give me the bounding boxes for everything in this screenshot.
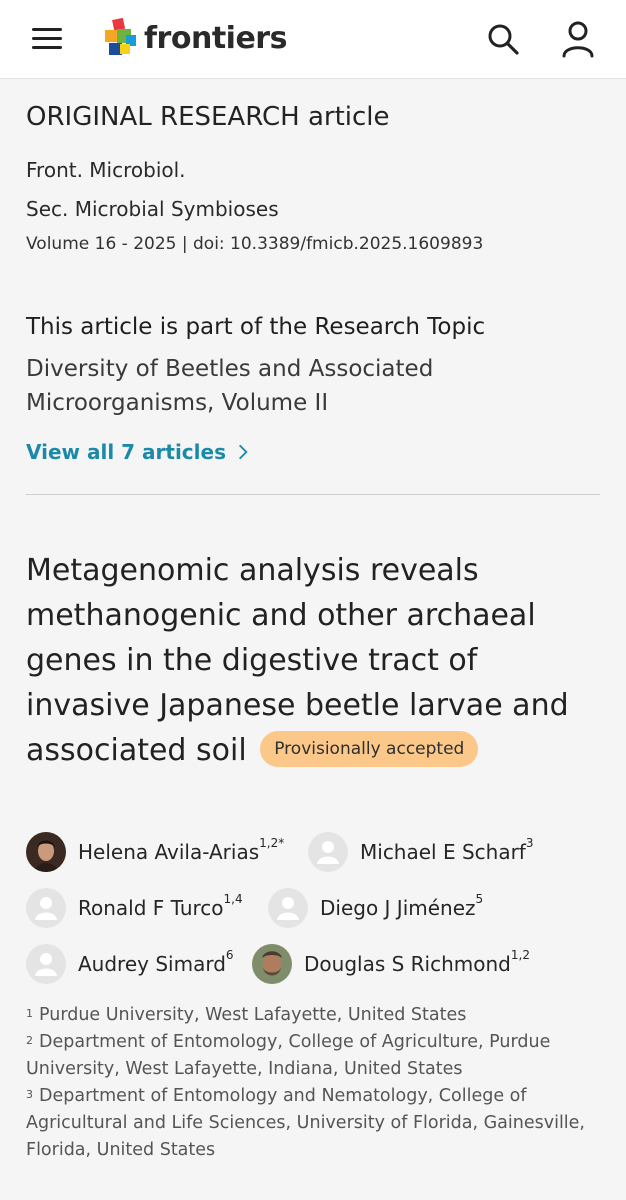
view-all-articles-label: View all 7 articles [26, 440, 226, 464]
author-item[interactable]: Audrey Simard6 [26, 944, 234, 984]
frontiers-logo[interactable]: frontiers [104, 18, 287, 58]
status-badge: Provisionally accepted [260, 730, 479, 767]
article-title: Metagenomic analysis reveals methanogeni… [26, 548, 600, 773]
author-photo-icon [26, 832, 66, 872]
author-item[interactable]: Diego J Jiménez5 [268, 888, 483, 928]
author-name: Audrey Simard6 [78, 948, 234, 976]
affiliation-item: 3 Department of Entomology and Nematology… [26, 1086, 585, 1160]
journal-name[interactable]: Front. Microbiol. [26, 158, 186, 182]
default-avatar-icon [35, 953, 57, 976]
hamburger-menu-icon[interactable] [32, 28, 62, 50]
avatar [26, 832, 66, 872]
brand-name: frontiers [144, 20, 287, 56]
author-item[interactable]: Michael E Scharf3 [308, 832, 533, 872]
affiliations-list: 1 Purdue University, West Lafayette, Unit… [26, 1002, 600, 1164]
research-topic-name[interactable]: Diversity of Beetles and Associated Micr… [26, 352, 586, 420]
user-account-icon[interactable] [560, 20, 596, 58]
volume-doi: Volume 16 - 2025 | doi: 10.3389/fmicb.20… [26, 234, 484, 254]
avatar [26, 888, 66, 928]
affiliation-item: 1 Purdue University, West Lafayette, Unit… [26, 1005, 467, 1025]
view-all-articles-link[interactable]: View all 7 articles [26, 440, 248, 464]
author-item[interactable]: Douglas S Richmond1,2 [252, 944, 530, 984]
avatar [26, 944, 66, 984]
research-topic-heading: This article is part of the Research Top… [26, 314, 486, 340]
frontiers-logo-mark-icon [105, 18, 136, 55]
author-item[interactable]: Ronald F Turco1,4 [26, 888, 243, 928]
default-avatar-icon [35, 897, 57, 920]
author-photo-icon [252, 944, 292, 984]
journal-section[interactable]: Sec. Microbial Symbioses [26, 197, 279, 221]
affiliation-item: 2 Department of Entomology, College of Ag… [26, 1032, 551, 1079]
avatar [308, 832, 348, 872]
search-icon[interactable] [486, 22, 520, 56]
divider [26, 494, 600, 495]
author-name: Diego J Jiménez5 [320, 892, 484, 920]
default-avatar-icon [317, 841, 339, 864]
author-name: Helena Avila-Arias1,2* [78, 836, 285, 864]
author-item[interactable]: Helena Avila-Arias1,2* [26, 832, 284, 872]
top-nav-bar: frontiers [0, 0, 626, 79]
author-name: Michael E Scharf3 [360, 836, 534, 864]
chevron-right-icon [239, 444, 248, 460]
article-type: ORIGINAL RESEARCH article [26, 102, 390, 132]
avatar [268, 888, 308, 928]
avatar [252, 944, 292, 984]
author-name: Douglas S Richmond1,2 [304, 948, 530, 976]
author-name: Ronald F Turco1,4 [78, 892, 243, 920]
default-avatar-icon [277, 897, 299, 920]
